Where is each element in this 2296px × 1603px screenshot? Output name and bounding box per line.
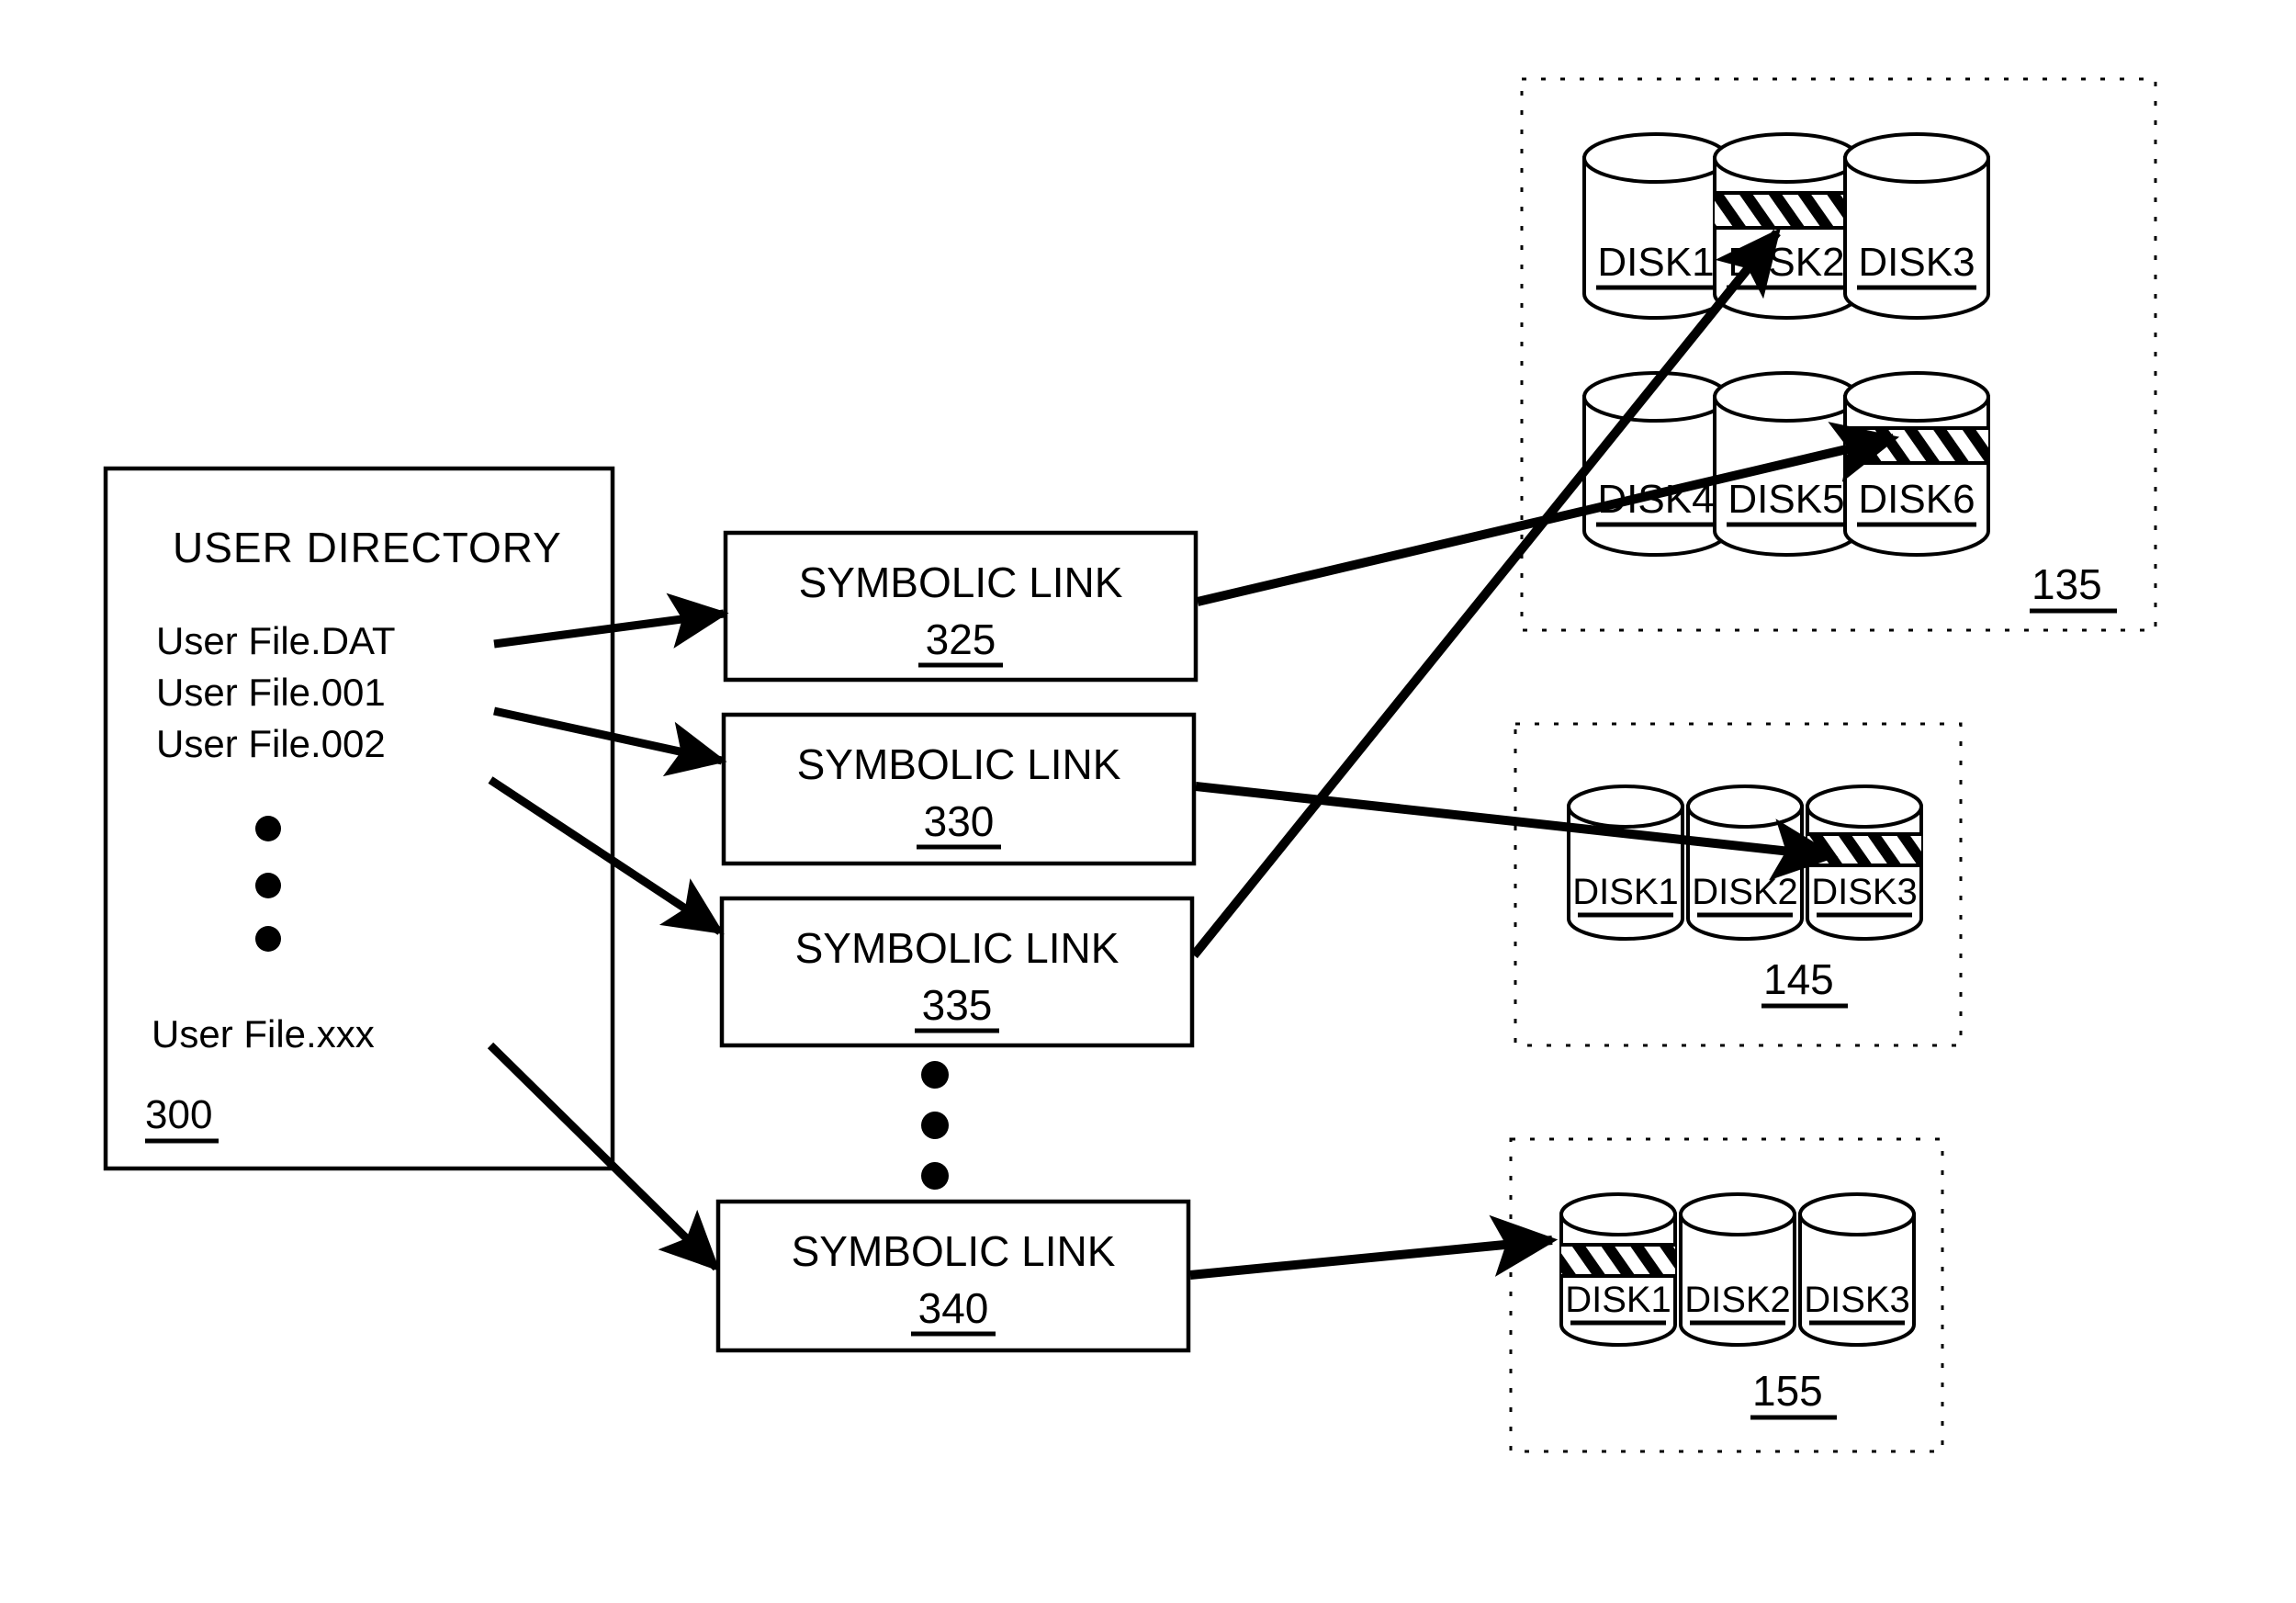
- reference-numeral-340: 340: [918, 1284, 989, 1332]
- disk-155-1-3: DISK3: [1798, 1192, 1916, 1347]
- reference-numeral-330: 330: [924, 797, 995, 845]
- disk-group-155: DISK1 DISK2 DISK3 155: [1509, 1137, 1944, 1453]
- reference-numeral-300: 300: [145, 1092, 212, 1137]
- disk-135-1-3: DISK3: [1843, 132, 1990, 320]
- reference-numeral-325: 325: [926, 615, 996, 663]
- disk-155-1-2: DISK2: [1679, 1192, 1796, 1347]
- disk-label: DISK2: [1692, 872, 1798, 912]
- disk-label: DISK1: [1572, 872, 1679, 912]
- connector-link-340-to-disk1-group-155: [1189, 1214, 1559, 1280]
- disk-145-1-3: DISK3: [1806, 785, 1923, 941]
- reference-numeral-135: 135: [2032, 560, 2102, 608]
- disk-label: DISK2: [1684, 1280, 1791, 1320]
- figure-canvas: USER DIRECTORY User File.DAT User File.0…: [0, 0, 2296, 1603]
- reference-numeral-335: 335: [922, 981, 993, 1029]
- symbolic-link-box-330: SYMBOLIC LINK 330: [721, 712, 1197, 866]
- symbolic-link-box-340: SYMBOLIC LINK 340: [715, 1199, 1191, 1353]
- symbolic-link-label: SYMBOLIC LINK: [797, 740, 1121, 788]
- symbolic-link-box-335: SYMBOLIC LINK 335: [719, 896, 1195, 1048]
- disk-label: DISK1: [1565, 1280, 1671, 1320]
- patent-figure: USER DIRECTORY User File.DAT User File.0…: [103, 77, 2157, 1453]
- symbolic-link-label: SYMBOLIC LINK: [795, 924, 1120, 972]
- reference-numeral-155: 155: [1752, 1367, 1823, 1415]
- disk-135-2-1: DISK4: [1582, 371, 1729, 557]
- symbolic-link-box-325: SYMBOLIC LINK 325: [723, 530, 1199, 683]
- symbolic-link-label: SYMBOLIC LINK: [799, 559, 1123, 606]
- vertical-ellipsis-icon: [255, 816, 281, 952]
- disk-label: DISK3: [1811, 872, 1918, 912]
- symbolic-link-label: SYMBOLIC LINK: [792, 1227, 1116, 1275]
- disk-label: DISK5: [1728, 477, 1844, 522]
- disk-135-1-1: DISK1: [1582, 132, 1729, 320]
- disk-145-1-2: DISK2: [1686, 785, 1804, 941]
- disk-label: DISK3: [1858, 240, 1975, 285]
- user-file-item: User File.002: [156, 722, 386, 765]
- reference-numeral-145: 145: [1763, 955, 1834, 1003]
- disk-highlight-band-icon: [1715, 191, 1858, 230]
- user-directory-box: [103, 466, 615, 1171]
- disk-145-1-1: DISK1: [1567, 785, 1684, 941]
- user-directory-group: USER DIRECTORY User File.DAT User File.0…: [103, 466, 615, 1171]
- disk-highlight-band-icon: [1561, 1243, 1675, 1278]
- user-directory-heading: USER DIRECTORY: [173, 524, 562, 571]
- disk-135-2-3: DISK6: [1843, 371, 1990, 557]
- user-file-item: User File.001: [156, 671, 386, 714]
- disk-highlight-band-icon: [1807, 832, 1921, 867]
- user-file-item: User File.DAT: [156, 619, 396, 662]
- disk-155-1-1: DISK1: [1559, 1192, 1677, 1347]
- symbolic-links-ellipsis-icon: [921, 1061, 949, 1190]
- user-file-item-last: User File.xxx: [152, 1012, 375, 1055]
- disk-group-145: DISK1 DISK2 DISK3 145: [1514, 722, 1963, 1047]
- disk-label: DISK3: [1804, 1280, 1910, 1320]
- disk-group-135: DISK1 DISK2 DISK3 DISK4 DISK5 DISK6 135: [1520, 77, 2157, 632]
- disk-label: DISK6: [1858, 477, 1975, 522]
- disk-label: DISK1: [1597, 240, 1714, 285]
